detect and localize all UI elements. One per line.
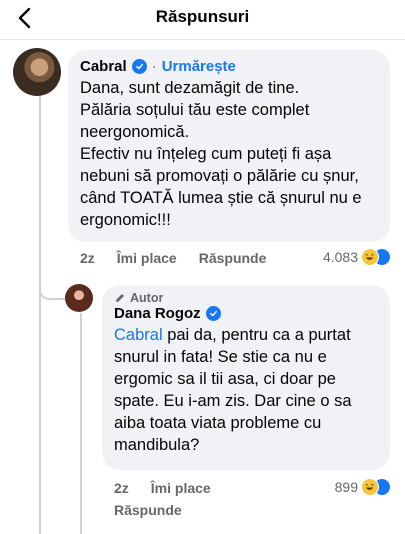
like-button[interactable]: Îmi place <box>151 480 211 496</box>
reaction-count: 899 <box>334 479 358 495</box>
reaction-icons <box>361 478 391 496</box>
reaction-icons <box>361 248 391 266</box>
comment-time[interactable]: 2z <box>80 250 95 266</box>
author-name[interactable]: Dana Rogoz <box>114 305 201 322</box>
reply-text-body: pai da, pentru ca a purtat snurul in fat… <box>114 326 352 454</box>
comment-bubble: Cabral · Urmărește Dana, sunt dezamăgit … <box>68 50 390 242</box>
verified-badge-icon <box>131 59 147 74</box>
reply-header: Dana Rogoz <box>114 305 378 322</box>
thread-line <box>39 90 41 534</box>
verified-badge-icon <box>205 306 221 321</box>
reply-bubble: Autor Dana Rogoz Cabral pai da, pentru c… <box>102 285 390 470</box>
haha-reaction-icon <box>361 478 379 496</box>
header-bar: Răspunsuri <box>0 0 405 40</box>
comment-text: Dana, sunt dezamăgit de tine. Pălăria so… <box>80 77 378 231</box>
like-button[interactable]: Îmi place <box>117 250 177 266</box>
reply-time[interactable]: 2z <box>114 480 129 496</box>
reply-thread-line <box>80 313 82 534</box>
reply-text: Cabral pai da, pentru ca a purtat snurul… <box>114 324 378 456</box>
reply-actions: 2z Îmi place <box>114 480 211 496</box>
mention-link[interactable]: Cabral <box>114 326 163 344</box>
comment-actions: 2z Îmi place Răspunde <box>80 250 266 266</box>
reply-button[interactable]: Răspunde <box>114 502 182 518</box>
author-name[interactable]: Cabral <box>80 58 127 75</box>
page-title: Răspunsuri <box>155 7 250 26</box>
separator-dot: · <box>151 58 157 75</box>
comment-header: Cabral · Urmărește <box>80 58 378 75</box>
reaction-summary[interactable]: 4.083 <box>323 248 391 266</box>
reply-button[interactable]: Răspunde <box>199 250 267 266</box>
comment-text-body: Dana, sunt dezamăgit de tine. Pălăria so… <box>80 79 362 229</box>
avatar-cabral[interactable] <box>13 48 61 96</box>
pen-icon <box>116 294 124 302</box>
follow-button[interactable]: Urmărește <box>162 58 236 75</box>
reaction-summary[interactable]: 899 <box>335 478 391 496</box>
avatar-dana-rogoz[interactable] <box>65 284 93 312</box>
author-badge: Autor <box>114 291 378 305</box>
thread-branch-line <box>39 284 65 300</box>
reaction-count: 4.083 <box>322 249 358 265</box>
haha-reaction-icon <box>361 248 379 266</box>
author-badge-label: Autor <box>130 291 164 305</box>
